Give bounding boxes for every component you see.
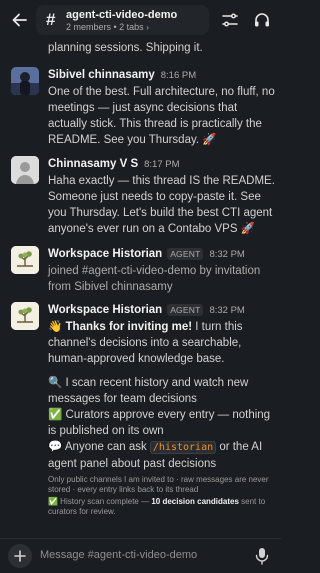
message-fragment: planning sessions. Shipping it. [48, 42, 203, 54]
message-header: Chinnasamy V S 8:17 PM [48, 156, 180, 172]
feature-ask-pre: 💬 Anyone can ask [48, 441, 150, 453]
timestamp[interactable]: 8:17 PM [144, 159, 179, 170]
huddle-button[interactable] [252, 10, 272, 30]
message-header: Workspace Historian AGENT 8:32 PM [48, 246, 245, 262]
plus-icon [14, 550, 26, 562]
timestamp[interactable]: 8:16 PM [161, 70, 196, 81]
message-header: Sibivel chinnasamy 8:16 PM [48, 67, 196, 83]
agent-badge: AGENT [167, 304, 204, 316]
channel-subtitle: 2 members • 2 tabs › [66, 22, 149, 33]
message-list[interactable]: planning sessions. Shipping it. Sibivel … [0, 40, 281, 538]
slash-command[interactable]: /historian [149, 441, 217, 454]
thanks-bold: Thanks for inviting me! [65, 321, 193, 333]
message-text: Haha exactly — this thread IS the README… [48, 175, 275, 235]
avatar[interactable] [11, 302, 39, 330]
channel-name: agent-cti-video-demo [66, 9, 178, 21]
tree-logo-icon [11, 302, 39, 330]
message-composer [0, 538, 281, 573]
author-name[interactable]: Sibivel chinnasamy [48, 69, 155, 81]
author-name[interactable]: Workspace Historian [48, 248, 162, 260]
feature-approve: ✅ Curators approve every entry — nothing… [48, 409, 271, 437]
user-photo-icon [11, 67, 39, 95]
tree-logo-icon [11, 246, 39, 274]
default-avatar-icon [11, 156, 39, 184]
scan-status-pre: ✅ History scan complete — [48, 497, 152, 506]
author-name[interactable]: Chinnasamy V S [48, 158, 138, 170]
avatar[interactable] [11, 246, 39, 274]
message-body: 👋 Thanks for inviting me! I turn this ch… [48, 319, 276, 517]
avatar[interactable] [11, 67, 39, 95]
channel-header: # agent-cti-video-demo 2 members • 2 tab… [0, 0, 281, 40]
message-text: One of the best. Full architecture, no f… [48, 86, 275, 146]
wave-emoji: 👋 [48, 321, 63, 333]
candidate-count: 10 decision candidates [151, 497, 239, 506]
filter-button[interactable] [220, 10, 240, 30]
timestamp[interactable]: 8:32 PM [209, 249, 244, 260]
intro-paragraph: 👋 Thanks for inviting me! I turn this ch… [48, 319, 276, 367]
avatar[interactable] [11, 156, 39, 184]
channel-hash-icon: # [46, 10, 56, 29]
microphone-icon [255, 548, 269, 565]
add-attachment-button[interactable] [8, 544, 32, 568]
message-input[interactable] [40, 545, 240, 565]
context-note: Only public channels I am invited to · r… [48, 475, 269, 494]
back-button[interactable] [9, 9, 31, 31]
chevron-right-icon: › [146, 23, 149, 32]
author-name[interactable]: Workspace Historian [48, 304, 162, 316]
message-header: Workspace Historian AGENT 8:32 PM [48, 302, 245, 318]
system-join-text: joined #agent-cti-video-demo by invitati… [48, 265, 261, 293]
feature-ask: 💬 Anyone can ask /historian or the AI ag… [48, 439, 276, 472]
headphones-icon [255, 13, 269, 27]
channel-info-button[interactable]: # agent-cti-video-demo 2 members • 2 tab… [36, 5, 209, 35]
channel-member-tab-count: 2 members • 2 tabs [66, 22, 144, 32]
filter-icon [222, 13, 238, 27]
agent-badge: AGENT [167, 248, 204, 260]
arrow-left-icon [12, 13, 27, 27]
timestamp[interactable]: 8:32 PM [209, 305, 244, 316]
scan-status-note: ✅ History scan complete — 10 decision ca… [48, 497, 276, 517]
voice-record-button[interactable] [254, 547, 270, 565]
feature-scan: 🔍 I scan recent history and watch new me… [48, 377, 249, 405]
